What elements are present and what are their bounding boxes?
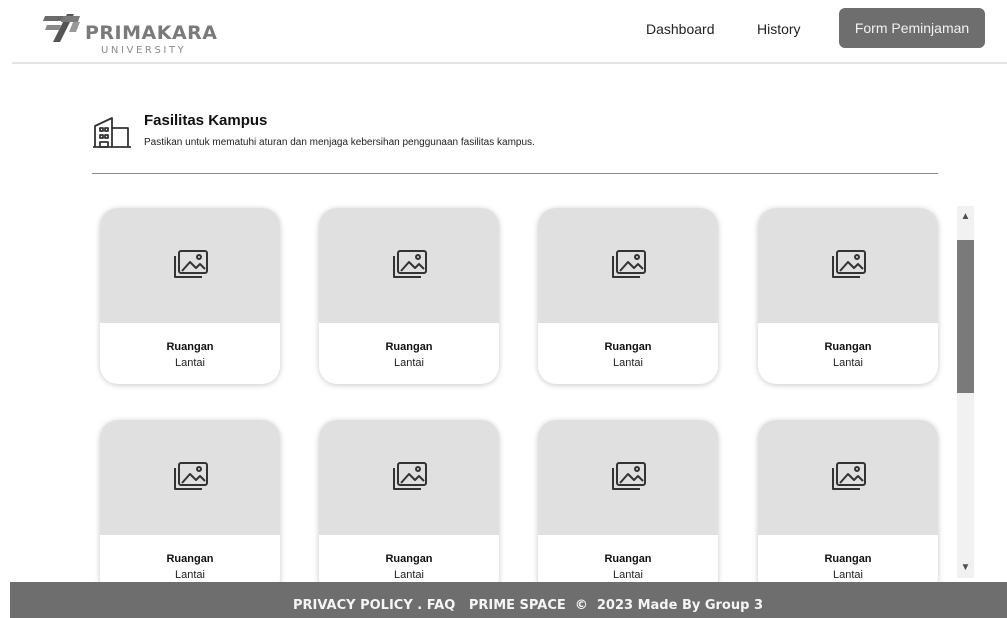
top-navbar: PRIMAKARA UNIVERSITY Dashboard History F… (0, 0, 1007, 64)
footer: PRIVACY POLICY . FAQ PRIME SPACE © 2023 … (10, 582, 1007, 618)
form-peminjaman-button[interactable]: Form Peminjaman (839, 8, 985, 48)
card-title: Ruangan (604, 341, 652, 353)
section-subtitle: Pastikan untuk mematuhi aturan dan menja… (144, 137, 535, 148)
faq-link[interactable]: FAQ (427, 598, 456, 613)
footer-credit: 2023 Made By Group 3 (596, 598, 763, 613)
card-subtitle: Lantai (613, 357, 643, 369)
card-subtitle: Lantai (394, 569, 424, 581)
facility-card[interactable]: Ruangan Lantai (758, 420, 938, 582)
image-placeholder-icon (393, 249, 427, 278)
card-title: Ruangan (166, 341, 214, 353)
card-title: Ruangan (385, 553, 433, 565)
image-placeholder-icon (612, 249, 646, 278)
card-subtitle: Lantai (613, 569, 643, 581)
image-placeholder-icon (612, 461, 646, 490)
card-title: Ruangan (385, 341, 433, 353)
section-title: Fasilitas Kampus (144, 112, 268, 129)
card-image-placeholder (100, 208, 280, 323)
card-subtitle: Lantai (833, 569, 863, 581)
image-placeholder-icon (832, 249, 866, 278)
card-image-placeholder (758, 420, 938, 535)
facility-card[interactable]: Ruangan Lantai (538, 208, 718, 384)
copyright-icon: © (574, 598, 588, 613)
footer-text: PRIVACY POLICY . FAQ PRIME SPACE © 2023 … (293, 598, 763, 613)
footer-brand: PRIME SPACE (468, 598, 566, 613)
image-placeholder-icon (174, 249, 208, 278)
facility-card[interactable]: Ruangan Lantai (758, 208, 938, 384)
card-subtitle: Lantai (833, 357, 863, 369)
card-title: Ruangan (824, 553, 872, 565)
nav-dashboard-link[interactable]: Dashboard (646, 21, 715, 37)
facility-card[interactable]: Ruangan Lantai (100, 420, 280, 582)
nav-history-link[interactable]: History (757, 21, 801, 37)
card-title: Ruangan (166, 553, 214, 565)
image-placeholder-icon (832, 461, 866, 490)
card-image-placeholder (319, 208, 499, 323)
footer-separator: . (412, 598, 427, 613)
facility-card[interactable]: Ruangan Lantai (100, 208, 280, 384)
privacy-policy-link[interactable]: PRIVACY POLICY (293, 598, 413, 613)
brand-name: PRIMAKARA (85, 22, 218, 44)
brand-subtitle: UNIVERSITY (101, 45, 187, 56)
facility-grid: Ruangan Lantai Ruangan Lantai Ruangan La… (84, 190, 954, 582)
image-placeholder-icon (393, 461, 427, 490)
card-subtitle: Lantai (175, 569, 205, 581)
header-divider (12, 62, 1007, 64)
card-image-placeholder (319, 420, 499, 535)
facility-card[interactable]: Ruangan Lantai (319, 208, 499, 384)
card-subtitle: Lantai (394, 357, 424, 369)
facility-card[interactable]: Ruangan Lantai (319, 420, 499, 582)
building-icon (92, 114, 132, 155)
vertical-scrollbar[interactable]: ▲ ▼ (957, 206, 974, 578)
card-title: Ruangan (824, 341, 872, 353)
card-image-placeholder (100, 420, 280, 535)
logo-mark-icon (43, 14, 80, 42)
card-title: Ruangan (604, 553, 652, 565)
scroll-thumb[interactable] (957, 240, 974, 393)
section-divider (92, 173, 938, 174)
scroll-up-icon[interactable]: ▲ (957, 208, 974, 225)
scroll-down-icon[interactable]: ▼ (957, 559, 974, 576)
card-image-placeholder (538, 420, 718, 535)
card-image-placeholder (758, 208, 938, 323)
facility-card[interactable]: Ruangan Lantai (538, 420, 718, 582)
image-placeholder-icon (174, 461, 208, 490)
card-image-placeholder (538, 208, 718, 323)
card-subtitle: Lantai (175, 357, 205, 369)
